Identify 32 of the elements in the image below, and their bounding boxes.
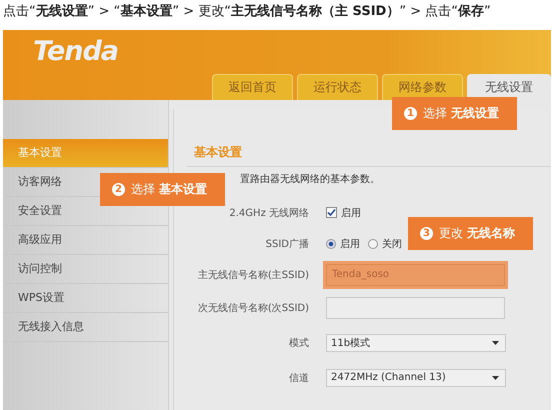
option-label: 关闭: [382, 238, 402, 250]
sidebar-item[interactable]: 访问控制: [3, 255, 168, 284]
sidebar-item[interactable]: 无线接入信息: [3, 313, 168, 342]
step-tooltip: 3 更改 无线名称: [408, 217, 533, 250]
logo: Tenda: [33, 36, 118, 67]
sidebar-item[interactable]: 高级应用: [3, 226, 168, 255]
field-label: 信道: [289, 372, 309, 384]
field-label: 次无线信号名称(次SSID): [198, 302, 309, 314]
field-label: SSID广播: [266, 238, 309, 250]
option-label: 启用: [340, 238, 360, 250]
field-label: 模式: [289, 338, 309, 348]
caret-icon: [492, 340, 499, 344]
text-field[interactable]: [326, 296, 505, 318]
instruction-text: 点击“无线设置” > “基本设置” > 更改“主无线信号名称（主 SSID）” > 点击“保存”: [2, 2, 492, 21]
sidebar-item[interactable]: WPS设置: [3, 284, 168, 313]
dropdown[interactable]: 2472MHz (Channel 13): [326, 368, 506, 386]
nav-tab[interactable]: 无线设置: [467, 74, 551, 100]
step-number: 2: [112, 183, 125, 196]
checkbox[interactable]: [326, 207, 337, 218]
section-title: 基本设置: [194, 145, 242, 159]
step-number: 3: [420, 227, 433, 240]
description-text: 置路由器无线网络的基本参数。: [240, 174, 380, 185]
step-number: 1: [404, 107, 417, 120]
caret-icon: [492, 376, 499, 380]
field-label: 主无线信号名称(主SSID): [198, 270, 309, 280]
step-tooltip: 2 选择 基本设置: [100, 173, 225, 206]
radio-button[interactable]: [368, 238, 378, 248]
step-tooltip: 1 选择 无线设置: [392, 97, 517, 130]
dropdown[interactable]: 11b模式: [326, 334, 506, 352]
field-label: 2.4GHz 无线网络: [229, 208, 309, 218]
option-label: 启用: [341, 206, 361, 220]
radio-button[interactable]: [326, 238, 336, 248]
